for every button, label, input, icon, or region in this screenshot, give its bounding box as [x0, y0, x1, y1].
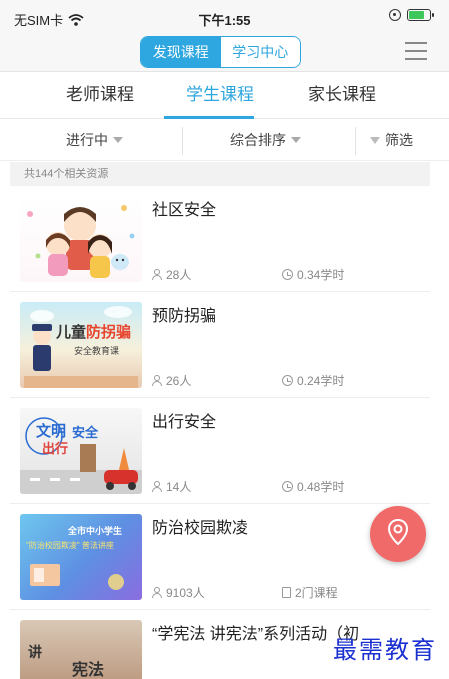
document-icon — [282, 587, 291, 598]
battery-icon — [407, 9, 434, 21]
list-item[interactable]: 文明 出行 安全 出行安全 14人 0.48学时 — [10, 398, 430, 504]
sort-filter-label: 综合排序 — [230, 132, 286, 148]
category-tabs: 老师课程 学生课程 家长课程 — [0, 73, 449, 119]
course-title: 防治校园欺凌 — [152, 520, 249, 537]
clock-icon — [282, 269, 293, 280]
menu-icon[interactable] — [405, 42, 427, 60]
thumb-text: 防拐骗 — [86, 324, 132, 341]
course-title: 社区安全 — [152, 202, 217, 219]
app-header: 发现课程 学习中心 — [0, 34, 449, 72]
clock-icon — [282, 375, 293, 386]
list-item[interactable]: 全市中小学生 "防治校园欺凌" 普法讲座 防治校园欺凌 9103人 2门课程 — [10, 504, 430, 610]
learner-count: 26人 — [152, 372, 191, 389]
thumb-text: 全市中小学生 — [68, 526, 123, 536]
rotation-lock-icon — [389, 9, 401, 21]
thumb-text: "防治校园欺凌" 普法讲座 — [26, 541, 114, 550]
thumb-text: 安全教育课 — [74, 346, 120, 356]
study-hours: 0.34学时 — [282, 266, 344, 283]
watermark-logo: 最需教育 — [333, 636, 437, 664]
course-list: 社区安全 28人 0.34学时 儿童防拐骗 安全教育课 预防拐骗 26人 0.2… — [10, 186, 430, 679]
study-hours: 0.24学时 — [282, 372, 344, 389]
clock-icon — [282, 481, 293, 492]
location-pin-icon — [388, 519, 408, 545]
list-item[interactable]: 儿童防拐骗 安全教育课 预防拐骗 26人 0.24学时 — [10, 292, 430, 398]
result-count: 共144个相关资源 — [10, 162, 430, 186]
funnel-icon — [370, 136, 380, 144]
status-bar: 无SIM卡 下午1:55 — [0, 0, 449, 34]
course-title: 出行安全 — [152, 414, 217, 431]
divider — [182, 127, 183, 155]
status-filter[interactable]: 进行中 — [66, 119, 123, 161]
person-icon — [152, 481, 162, 492]
chevron-down-icon — [291, 137, 301, 143]
chevron-down-icon — [113, 137, 123, 143]
thumb-text: 儿童 — [56, 324, 87, 341]
person-icon — [152, 375, 162, 386]
tab-teacher-courses[interactable]: 老师课程 — [66, 73, 134, 119]
course-count: 2门课程 — [282, 584, 338, 601]
filter-button[interactable]: 筛选 — [370, 119, 413, 161]
location-fab[interactable] — [370, 506, 426, 562]
segment-discover[interactable]: 发现课程 — [141, 37, 221, 67]
course-thumbnail: 文明 出行 安全 — [20, 408, 142, 494]
thumb-text: 宪法 — [72, 662, 105, 679]
learner-count: 9103人 — [152, 584, 205, 601]
tab-student-courses[interactable]: 学生课程 — [186, 73, 254, 119]
filter-label: 筛选 — [385, 132, 413, 148]
course-title: “学宪法 讲宪法”系列活动（初 — [152, 626, 360, 643]
thumb-text: 安全 — [72, 425, 99, 440]
filter-bar: 进行中 综合排序 筛选 — [0, 119, 449, 161]
course-title: 预防拐骗 — [152, 308, 217, 325]
list-item[interactable]: 社区安全 28人 0.34学时 — [10, 186, 430, 292]
course-thumbnail: 儿童防拐骗 安全教育课 — [20, 302, 142, 388]
course-thumbnail: 讲 宪法 — [20, 620, 142, 679]
status-icons — [389, 9, 434, 21]
learner-count: 28人 — [152, 266, 191, 283]
course-thumbnail: 全市中小学生 "防治校园欺凌" 普法讲座 — [20, 514, 142, 600]
thumb-text: 讲 — [28, 644, 42, 660]
divider — [355, 127, 356, 155]
tab-parent-courses[interactable]: 家长课程 — [308, 73, 376, 119]
thumb-text: 出行 — [42, 441, 69, 456]
study-hours: 0.48学时 — [282, 478, 344, 495]
segment-learning-center[interactable]: 学习中心 — [220, 37, 300, 67]
person-icon — [152, 269, 162, 280]
status-time: 下午1:55 — [198, 13, 251, 28]
learner-count: 14人 — [152, 478, 191, 495]
course-thumbnail — [20, 196, 142, 282]
status-filter-label: 进行中 — [66, 132, 108, 148]
sort-filter[interactable]: 综合排序 — [230, 119, 301, 161]
person-icon — [152, 587, 162, 598]
segmented-control: 发现课程 学习中心 — [140, 36, 301, 68]
